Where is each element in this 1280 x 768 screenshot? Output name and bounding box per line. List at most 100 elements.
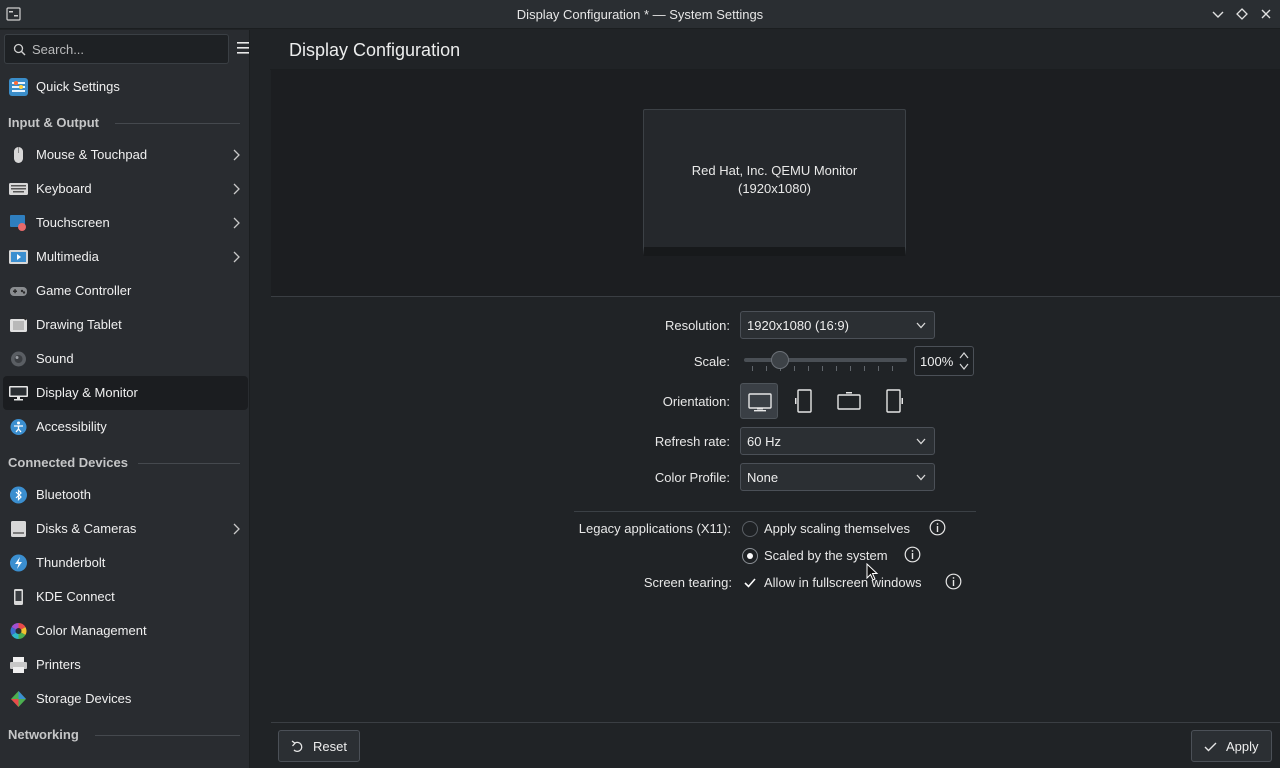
checkmark-icon bbox=[1204, 742, 1217, 752]
apply-scaling-themselves-radio[interactable] bbox=[742, 521, 758, 537]
accessibility-icon bbox=[10, 419, 27, 435]
close-button[interactable] bbox=[1258, 6, 1274, 22]
scale-slider-track bbox=[744, 358, 907, 362]
reset-button[interactable]: Reset bbox=[278, 730, 360, 762]
color-profile-value: None bbox=[747, 470, 779, 485]
search-box[interactable] bbox=[4, 34, 229, 64]
section-header-input-output: Input & Output bbox=[0, 104, 249, 138]
section-title: Input & Output bbox=[8, 115, 99, 130]
slider-tick bbox=[850, 366, 851, 371]
sidebar-item-mouse-touchpad[interactable]: Mouse & Touchpad bbox=[3, 138, 248, 172]
sidebar-item-color-management[interactable]: Color Management bbox=[3, 614, 248, 648]
refresh-rate-label: Refresh rate: bbox=[654, 434, 730, 449]
section-divider bbox=[95, 735, 240, 736]
slider-tick bbox=[752, 366, 753, 371]
window-title: Display Configuration * — System Setting… bbox=[516, 7, 764, 22]
monitor-layout-preview: Red Hat, Inc. QEMU Monitor (1920x1080) bbox=[271, 70, 1280, 297]
sidebar-item-accessibility[interactable]: Accessibility bbox=[3, 410, 248, 444]
orientation-landscape-button[interactable] bbox=[740, 383, 778, 419]
sidebar-item-disks-cameras[interactable]: Disks & Cameras bbox=[3, 512, 248, 546]
legacy-applications-label: Legacy applications (X11): bbox=[578, 521, 731, 536]
color-management-icon bbox=[10, 623, 27, 639]
apply-button[interactable]: Apply bbox=[1191, 730, 1272, 762]
orientation-inverted-button[interactable] bbox=[830, 383, 868, 419]
slider-tick bbox=[892, 366, 893, 371]
sidebar-item-label: Touchscreen bbox=[36, 215, 110, 230]
color-profile-combobox[interactable]: None bbox=[740, 463, 935, 491]
refresh-rate-value: 60 Hz bbox=[747, 434, 781, 449]
section-title: Connected Devices bbox=[8, 455, 128, 470]
sidebar-item-quick-settings[interactable]: Quick Settings bbox=[3, 70, 248, 104]
sidebar-item-label: Color Management bbox=[36, 623, 147, 638]
refresh-rate-combobox[interactable]: 60 Hz bbox=[740, 427, 935, 455]
undo-icon bbox=[291, 740, 303, 753]
reset-button-label: Reset bbox=[313, 739, 347, 754]
sidebar-item-label: Accessibility bbox=[36, 419, 107, 434]
info-icon[interactable] bbox=[904, 546, 921, 563]
sidebar-item-keyboard[interactable]: Keyboard bbox=[3, 172, 248, 206]
thunderbolt-icon bbox=[10, 554, 27, 572]
sidebar-item-label: Storage Devices bbox=[36, 691, 132, 706]
scale-spinbox[interactable]: 100% bbox=[914, 346, 974, 376]
sidebar-nav: Quick Settings Input & Output Mouse & To… bbox=[0, 70, 249, 750]
maximize-button[interactable] bbox=[1234, 6, 1250, 22]
monitor-name: Red Hat, Inc. QEMU Monitor bbox=[691, 163, 858, 178]
resolution-combobox[interactable]: 1920x1080 (16:9) bbox=[740, 311, 935, 339]
section-title: Networking bbox=[8, 727, 79, 742]
sidebar-item-printers[interactable]: Printers bbox=[3, 648, 248, 682]
quick-settings-icon bbox=[9, 78, 28, 96]
scaled-by-system-radio[interactable] bbox=[742, 548, 758, 564]
sidebar-item-storage-devices[interactable]: Storage Devices bbox=[3, 682, 248, 716]
sidebar-item-touchscreen[interactable]: Touchscreen bbox=[3, 206, 248, 240]
kde-connect-icon bbox=[14, 589, 23, 605]
section-header-connected-devices: Connected Devices bbox=[0, 444, 249, 478]
allow-fullscreen-checkbox[interactable] bbox=[742, 575, 758, 591]
scale-slider-handle[interactable] bbox=[771, 351, 789, 369]
page-title: Display Configuration bbox=[289, 40, 461, 60]
diamond-icon bbox=[1236, 8, 1248, 20]
scaled-by-system-label[interactable]: Scaled by the system bbox=[764, 548, 888, 563]
mouse-icon bbox=[14, 147, 23, 163]
sidebar-item-thunderbolt[interactable]: Thunderbolt bbox=[3, 546, 248, 580]
sidebar-item-multimedia[interactable]: Multimedia bbox=[3, 240, 248, 274]
monitor-portrait-right-icon bbox=[886, 389, 903, 413]
close-icon bbox=[1261, 9, 1271, 19]
monitor-inverted-icon bbox=[837, 392, 861, 410]
orientation-portrait-left-button[interactable] bbox=[785, 383, 823, 419]
orientation-portrait-right-button[interactable] bbox=[875, 383, 913, 419]
resolution-label: Resolution: bbox=[664, 318, 730, 333]
search-input[interactable] bbox=[32, 40, 222, 58]
sidebar-item-display-monitor[interactable]: Display & Monitor bbox=[3, 376, 248, 410]
sidebar-item-game-controller[interactable]: Game Controller bbox=[3, 274, 248, 308]
spin-arrows-icon[interactable] bbox=[959, 350, 969, 372]
printers-icon bbox=[10, 657, 27, 673]
minimize-button[interactable] bbox=[1210, 6, 1226, 22]
sidebar-item-sound[interactable]: Sound bbox=[3, 342, 248, 376]
allow-fullscreen-label[interactable]: Allow in fullscreen windows bbox=[764, 575, 922, 590]
apply-scaling-themselves-label[interactable]: Apply scaling themselves bbox=[764, 521, 910, 536]
hamburger-menu-icon[interactable] bbox=[236, 40, 250, 56]
sidebar-item-label: Game Controller bbox=[36, 283, 132, 298]
display-settings-form: Resolution: 1920x1080 (16:9) Scale: 100%… bbox=[271, 298, 1280, 722]
sidebar-item-kde-connect[interactable]: KDE Connect bbox=[3, 580, 248, 614]
footer-bar: Reset Apply bbox=[271, 722, 1280, 768]
chevron-right-icon bbox=[233, 251, 240, 263]
sidebar-item-drawing-tablet[interactable]: Drawing Tablet bbox=[3, 308, 248, 342]
sound-icon bbox=[11, 351, 26, 367]
bluetooth-icon bbox=[10, 486, 27, 504]
info-icon[interactable] bbox=[945, 573, 962, 590]
slider-tick bbox=[808, 366, 809, 371]
info-icon[interactable] bbox=[929, 519, 946, 536]
display-monitor-icon bbox=[9, 386, 28, 401]
sidebar-item-label: Quick Settings bbox=[36, 79, 120, 94]
sidebar-item-label: Sound bbox=[36, 351, 74, 366]
drawing-tablet-icon bbox=[10, 316, 27, 332]
color-profile-label: Color Profile: bbox=[654, 470, 730, 485]
mouse-cursor-icon bbox=[866, 563, 879, 581]
sidebar-item-label: Multimedia bbox=[36, 249, 99, 264]
monitor-portrait-left-icon bbox=[795, 389, 812, 413]
monitor-tile[interactable]: Red Hat, Inc. QEMU Monitor (1920x1080) bbox=[643, 109, 906, 256]
disks-cameras-icon bbox=[11, 521, 26, 537]
sidebar-item-bluetooth[interactable]: Bluetooth bbox=[3, 478, 248, 512]
sidebar-item-label: Bluetooth bbox=[36, 487, 91, 502]
